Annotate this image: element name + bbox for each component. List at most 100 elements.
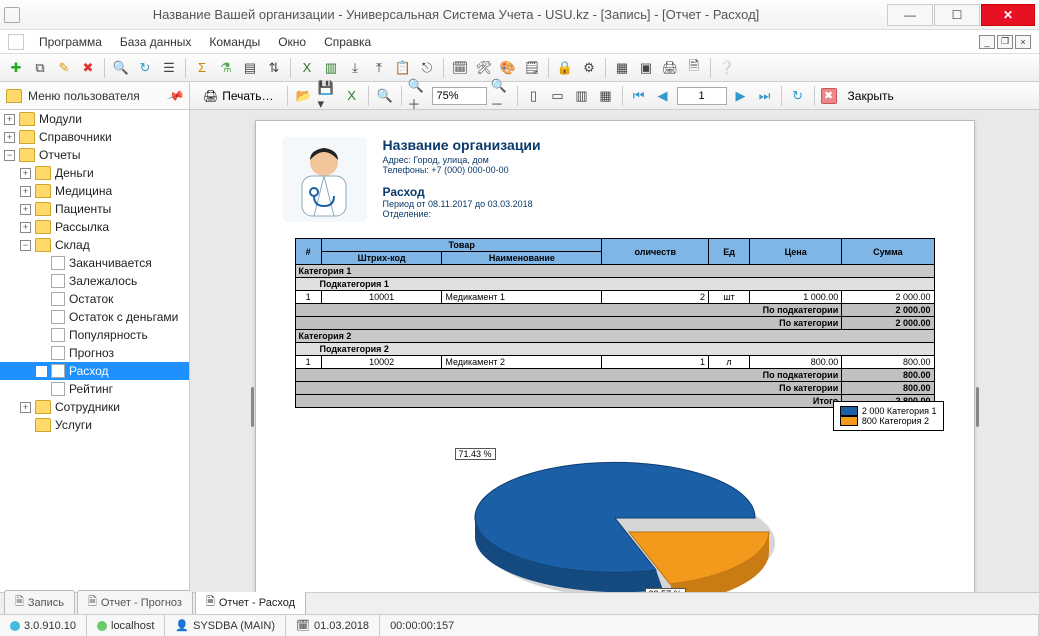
menu-program[interactable]: Программа bbox=[30, 32, 111, 52]
tools-icon[interactable]: 🛠 bbox=[474, 58, 494, 78]
tree-sklad[interactable]: −Склад bbox=[0, 236, 189, 254]
app-icon bbox=[4, 7, 20, 23]
tree-medicina[interactable]: +Медицина bbox=[0, 182, 189, 200]
close-report-icon[interactable]: ✖ bbox=[821, 88, 837, 104]
sidebar-tree[interactable]: +Модули +Справочники −Отчеты +Деньги +Ме… bbox=[0, 110, 190, 592]
menu-window[interactable]: Окно bbox=[269, 32, 315, 52]
zoom-in-icon[interactable]: 🔍＋ bbox=[408, 86, 428, 106]
close-button[interactable]: ✕ bbox=[981, 4, 1035, 26]
report-addr: Адрес: Город, улица, дом bbox=[383, 155, 541, 165]
tree-otchety[interactable]: −Отчеты bbox=[0, 146, 189, 164]
menubar: Программа База данных Команды Окно Справ… bbox=[0, 30, 1039, 54]
export2-icon[interactable]: ⤒ bbox=[369, 58, 389, 78]
tree-rashod[interactable]: Расход bbox=[0, 362, 189, 380]
next-page-icon[interactable]: ▶ bbox=[731, 86, 751, 106]
tree-prognoz[interactable]: Прогноз bbox=[0, 344, 189, 362]
edit-icon[interactable]: ✎ bbox=[54, 58, 74, 78]
export-csv-icon[interactable]: ▥ bbox=[321, 58, 341, 78]
window-cascade-icon[interactable]: ▣ bbox=[636, 58, 656, 78]
preview-icon[interactable]: 🗎 bbox=[684, 58, 704, 78]
tree-spravochniki[interactable]: +Справочники bbox=[0, 128, 189, 146]
group-icon[interactable]: ⚗ bbox=[216, 58, 236, 78]
tree-zalezh[interactable]: Залежалось bbox=[0, 272, 189, 290]
palette-icon[interactable]: 🎨 bbox=[498, 58, 518, 78]
page-number-input[interactable] bbox=[677, 87, 727, 105]
tree-rassylka[interactable]: +Рассылка bbox=[0, 218, 189, 236]
close-report-button[interactable]: Закрыть bbox=[841, 86, 901, 106]
delete-icon[interactable]: ✖ bbox=[78, 58, 98, 78]
menu-help[interactable]: Справка bbox=[315, 32, 380, 52]
status-user: 👤 SYSDBA (MAIN) bbox=[165, 615, 286, 636]
page-width-icon[interactable]: ▭ bbox=[548, 86, 568, 106]
tree-ostatok-d[interactable]: Остаток с деньгами bbox=[0, 308, 189, 326]
pie-label-b: 28.57 % bbox=[645, 588, 686, 592]
user-menu-label: Меню пользователя bbox=[28, 89, 140, 103]
first-page-icon[interactable]: ⏮ bbox=[629, 86, 649, 106]
tab-zapis[interactable]: 🗎 Запись bbox=[4, 590, 75, 614]
tree-uslugi[interactable]: Услуги bbox=[0, 416, 189, 434]
print-button[interactable]: 🖨 Печать… bbox=[196, 86, 281, 106]
clipboard-icon[interactable]: 📋 bbox=[393, 58, 413, 78]
open-report-icon[interactable]: 📂 bbox=[294, 86, 314, 106]
tree-zakanch[interactable]: Заканчивается bbox=[0, 254, 189, 272]
sum-icon[interactable]: Σ bbox=[192, 58, 212, 78]
mdi-controls: _ ❐ × bbox=[979, 35, 1031, 49]
save-report-icon[interactable]: 💾▾ bbox=[318, 86, 338, 106]
doctor-illustration bbox=[282, 137, 367, 222]
menu-commands[interactable]: Команды bbox=[200, 32, 269, 52]
zoom-level-input[interactable] bbox=[432, 87, 487, 105]
tree-modules[interactable]: +Модули bbox=[0, 110, 189, 128]
mdi-minimize[interactable]: _ bbox=[979, 35, 995, 49]
mdi-restore[interactable]: ❐ bbox=[997, 35, 1013, 49]
import-icon[interactable]: ⤓ bbox=[345, 58, 365, 78]
print-icon[interactable]: 🖨 bbox=[660, 58, 680, 78]
status-version: 3.0.910.10 bbox=[0, 615, 87, 636]
mdi-close[interactable]: × bbox=[1015, 35, 1031, 49]
report-dept: Отделение: bbox=[383, 209, 541, 219]
note-icon[interactable]: 🗒 bbox=[522, 58, 542, 78]
columns-icon[interactable]: ▤ bbox=[240, 58, 260, 78]
calendar-icon[interactable]: 🗓 bbox=[450, 58, 470, 78]
tree-dengi[interactable]: +Деньги bbox=[0, 164, 189, 182]
prev-page-icon[interactable]: ◀ bbox=[653, 86, 673, 106]
export-xls2-icon[interactable]: X bbox=[342, 86, 362, 106]
page-two-icon[interactable]: ▥ bbox=[572, 86, 592, 106]
tree-ostatok[interactable]: Остаток bbox=[0, 290, 189, 308]
report-toolbar: 🖨 Печать… 📂 💾▾ X 🔍 🔍＋ 🔍－ ▯ ▭ ▥ ▦ ⏮ ◀ ▶ ⏭… bbox=[190, 82, 1039, 109]
add-icon[interactable]: ✚ bbox=[6, 58, 26, 78]
titlebar: Название Вашей организации - Универсальн… bbox=[0, 0, 1039, 30]
menu-database[interactable]: База данных bbox=[111, 32, 200, 52]
help-icon[interactable]: ❔ bbox=[717, 58, 737, 78]
pin-icon[interactable]: 📌 bbox=[166, 86, 185, 105]
lock-icon[interactable]: 🔒 bbox=[555, 58, 575, 78]
settings-icon[interactable]: ⚙ bbox=[579, 58, 599, 78]
find-icon[interactable]: 🔍 bbox=[375, 86, 395, 106]
tab-prognoz[interactable]: 🗎 Отчет - Прогноз bbox=[77, 590, 193, 614]
search-icon[interactable]: 🔍 bbox=[111, 58, 131, 78]
copy-icon[interactable]: ⧉ bbox=[30, 58, 50, 78]
statusbar: 3.0.910.10 localhost 👤 SYSDBA (MAIN) 🗓 0… bbox=[0, 614, 1039, 636]
reload-icon[interactable]: ↻ bbox=[788, 86, 808, 106]
last-page-icon[interactable]: ⏭ bbox=[755, 86, 775, 106]
report-preview[interactable]: Название организации Адрес: Город, улица… bbox=[190, 110, 1039, 592]
exit-icon[interactable]: ⎋ bbox=[417, 58, 437, 78]
tree-pacienty[interactable]: +Пациенты bbox=[0, 200, 189, 218]
zoom-out-icon[interactable]: 🔍－ bbox=[491, 86, 511, 106]
user-menu-button[interactable]: Меню пользователя 📌 bbox=[0, 82, 190, 109]
window-tile-icon[interactable]: ▦ bbox=[612, 58, 632, 78]
page-multi-icon[interactable]: ▦ bbox=[596, 86, 616, 106]
export-xls-icon[interactable]: X bbox=[297, 58, 317, 78]
maximize-button[interactable]: ☐ bbox=[934, 4, 980, 26]
tree-reiting[interactable]: Рейтинг bbox=[0, 380, 189, 398]
page-whole-icon[interactable]: ▯ bbox=[524, 86, 544, 106]
sort-icon[interactable]: ⇅ bbox=[264, 58, 284, 78]
tree-popular[interactable]: Популярность bbox=[0, 326, 189, 344]
filter-icon[interactable]: ☰ bbox=[159, 58, 179, 78]
tree-sotrudniki[interactable]: +Сотрудники bbox=[0, 398, 189, 416]
status-host: localhost bbox=[87, 615, 165, 636]
tab-rashod[interactable]: 🗎 Отчет - Расход bbox=[195, 590, 306, 614]
status-date: 🗓 01.03.2018 bbox=[286, 615, 380, 636]
pie-label-a: 71.43 % bbox=[455, 448, 496, 460]
minimize-button[interactable]: — bbox=[887, 4, 933, 26]
refresh-icon[interactable]: ↻ bbox=[135, 58, 155, 78]
